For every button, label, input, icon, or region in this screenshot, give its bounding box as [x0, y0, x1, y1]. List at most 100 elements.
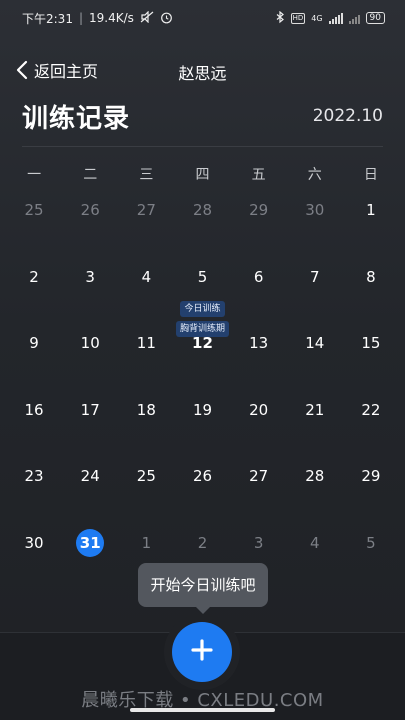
calendar-day[interactable]: 4 — [287, 523, 343, 590]
status-separator: | — [78, 11, 83, 25]
calendar-day-selected[interactable]: 31 — [62, 523, 118, 590]
day-number: 28 — [192, 201, 213, 219]
day-number: 24 — [80, 467, 100, 486]
calendar-day[interactable]: 6 — [231, 257, 287, 324]
day-number: 25 — [24, 201, 44, 219]
day-number: 27 — [136, 201, 156, 219]
day-number: 4 — [141, 267, 152, 286]
status-left: 下午2:31 | 19.4K/s — [22, 10, 173, 27]
hd-icon: HD — [290, 12, 306, 24]
signal-icon-secondary — [348, 13, 360, 24]
calendar-day[interactable]: 27 — [231, 456, 287, 523]
day-number: 5 — [197, 267, 208, 286]
calendar-day[interactable]: 28 — [174, 190, 230, 257]
calendar-day[interactable]: 3 — [62, 257, 118, 324]
day-number: 16 — [24, 400, 44, 419]
day-number: 9 — [29, 334, 39, 353]
alarm-icon — [160, 11, 173, 26]
day-number: 2 — [197, 533, 208, 552]
weekday-label: 日 — [363, 167, 378, 183]
calendar-day[interactable]: 26 — [174, 456, 230, 523]
calendar-day[interactable]: 25 — [6, 190, 62, 257]
weekday-label: 五 — [251, 167, 266, 183]
add-training-button[interactable] — [172, 622, 232, 682]
calendar-day[interactable]: 15 — [343, 323, 399, 390]
day-number: 27 — [249, 467, 269, 486]
calendar-day[interactable]: 5 今日训练 胸背训练期 — [174, 257, 230, 337]
calendar-day[interactable]: 17 — [62, 390, 118, 457]
day-number: 28 — [305, 467, 325, 486]
calendar-day[interactable]: 30 — [6, 523, 62, 590]
day-number: 11 — [136, 334, 156, 353]
calendar-day[interactable]: 16 — [6, 390, 62, 457]
chevron-left-icon — [16, 60, 28, 80]
calendar-day[interactable]: 1 — [343, 190, 399, 257]
calendar-day[interactable]: 21 — [287, 390, 343, 457]
calendar-day[interactable]: 2 — [6, 257, 62, 324]
calendar-grid: 25 26 27 28 29 30 1 2 3 4 5 今日训练 胸背训练期 6 7 8 9 10 11 12 13 14… — [6, 190, 399, 590]
bluetooth-icon — [276, 10, 285, 26]
calendar-day[interactable]: 14 — [287, 323, 343, 390]
day-number: 1 — [141, 533, 152, 552]
day-number: 13 — [249, 334, 269, 353]
day-number: 30 — [24, 533, 44, 552]
status-right: HD 4G 90 — [276, 10, 385, 26]
weekday-label: 四 — [195, 167, 210, 183]
day-number: 29 — [361, 467, 381, 486]
day-number: 10 — [80, 334, 100, 353]
day-number: 19 — [192, 400, 213, 419]
day-number: 14 — [305, 334, 325, 353]
battery-icon: 90 — [365, 12, 385, 24]
calendar-day[interactable]: 29 — [343, 456, 399, 523]
calendar-day[interactable]: 7 — [287, 257, 343, 324]
day-number: 26 — [192, 467, 213, 486]
header-divider — [22, 146, 383, 147]
status-bar: 下午2:31 | 19.4K/s HD 4G 90 — [0, 0, 405, 36]
calendar-day[interactable]: 20 — [231, 390, 287, 457]
calendar-day[interactable]: 30 — [287, 190, 343, 257]
mute-icon — [140, 10, 154, 25]
weekday-label: 一 — [27, 167, 42, 183]
calendar-day[interactable]: 9 — [6, 323, 62, 390]
day-number: 22 — [361, 400, 381, 419]
calendar-day[interactable]: 8 — [343, 257, 399, 324]
back-button[interactable]: 返回主页 — [16, 58, 98, 82]
calendar: 一 二 三 四 五 六 日 25 26 27 28 29 30 1 2 3 4 5 今日训练 胸背训练期… — [6, 160, 399, 590]
weekday-label: 二 — [83, 167, 98, 183]
calendar-day[interactable]: 28 — [287, 456, 343, 523]
calendar-day[interactable]: 23 — [6, 456, 62, 523]
calendar-day[interactable]: 24 — [62, 456, 118, 523]
day-number: 3 — [253, 533, 264, 552]
calendar-day[interactable]: 5 — [343, 523, 399, 590]
calendar-day[interactable]: 25 — [118, 456, 174, 523]
calendar-day[interactable]: 11 — [118, 323, 174, 390]
nav-bar: 赵思远 返回主页 — [0, 52, 405, 88]
day-number: 21 — [305, 400, 325, 419]
calendar-day[interactable]: 26 — [62, 190, 118, 257]
calendar-day[interactable]: 12 — [174, 323, 230, 390]
calendar-day[interactable]: 4 — [118, 257, 174, 324]
day-number: 17 — [80, 400, 100, 419]
calendar-day[interactable]: 27 — [118, 190, 174, 257]
calendar-day[interactable]: 13 — [231, 323, 287, 390]
status-time: 下午2:31 — [22, 11, 73, 26]
page-header: 训练记录 2022.10 — [0, 96, 405, 140]
day-number: 31 — [76, 528, 105, 557]
day-number: 12 — [192, 334, 213, 353]
calendar-day[interactable]: 19 — [174, 390, 230, 457]
home-indicator[interactable] — [130, 708, 275, 712]
calendar-day[interactable]: 22 — [343, 390, 399, 457]
training-tag[interactable]: 今日训练 — [180, 300, 225, 317]
signal-icon — [328, 12, 343, 24]
calendar-day[interactable]: 29 — [231, 190, 287, 257]
page-title: 训练记录 — [22, 104, 131, 134]
calendar-day[interactable]: 10 — [62, 323, 118, 390]
day-number: 5 — [366, 533, 376, 552]
calendar-day[interactable]: 18 — [118, 390, 174, 457]
weekday-label: 三 — [139, 167, 154, 183]
day-number: 15 — [361, 334, 381, 353]
day-number: 2 — [29, 267, 39, 286]
month-label[interactable]: 2022.10 — [313, 106, 383, 126]
day-number: 1 — [366, 201, 376, 219]
day-number: 3 — [85, 267, 95, 286]
